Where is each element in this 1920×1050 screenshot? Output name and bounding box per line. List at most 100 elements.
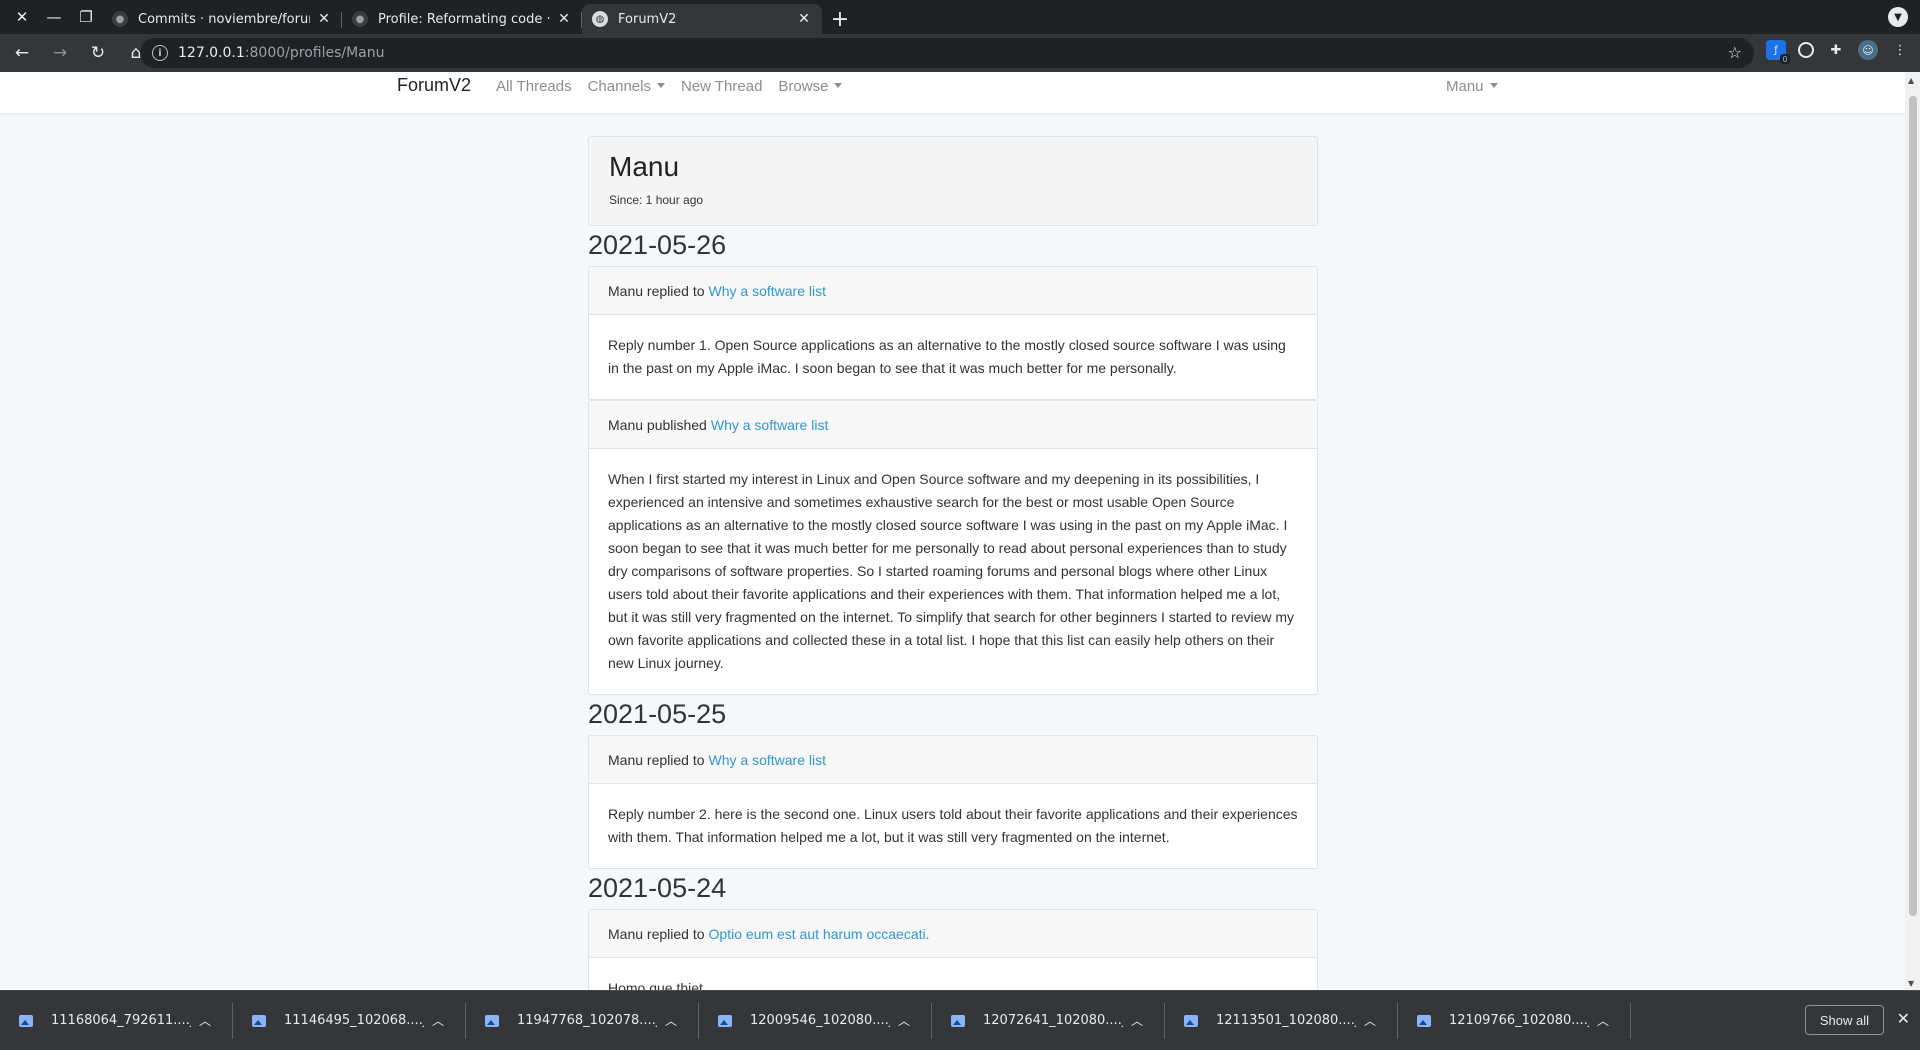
tab-title: ForumV2 <box>618 11 677 27</box>
image-file-icon <box>951 1014 965 1027</box>
activity-card-body: Homo que thiet... <box>608 980 715 990</box>
thread-link[interactable]: Why a software list <box>709 283 826 299</box>
activity-card-body: Reply number 2. here is the second one. … <box>608 806 1298 845</box>
browser-toolbar: ← → ↻ ⌂ i 127.0.0.1:8000/profiles/Manu ☆… <box>0 34 1920 72</box>
user-menu-dropdown[interactable]: Manu <box>1446 78 1498 95</box>
activity-card: Manu replied to Why a software list Repl… <box>588 266 1318 400</box>
url-text: 127.0.0.1:8000/profiles/Manu <box>178 45 385 61</box>
github-icon: ● <box>112 11 128 27</box>
tab-close-icon[interactable]: ✕ <box>796 11 812 27</box>
tab-close-icon[interactable]: ✕ <box>556 11 572 27</box>
chevron-up-icon[interactable]: ︿ <box>665 1012 677 1029</box>
activity-action: Manu replied to <box>608 925 705 942</box>
show-all-downloads-button[interactable]: Show all <box>1804 1005 1884 1035</box>
activity-card: Manu replied to Why a software list Repl… <box>588 735 1318 869</box>
nav-new-thread[interactable]: New Thread <box>681 78 762 95</box>
image-file-icon <box>485 1014 499 1027</box>
image-file-icon <box>718 1014 732 1027</box>
activity-action: Manu published <box>608 416 707 433</box>
page-scrollbar[interactable]: ▲ ▼ <box>1905 72 1920 990</box>
profile-avatar[interactable]: ☺ <box>1858 40 1878 60</box>
nav-channels-dropdown[interactable]: Channels <box>588 78 665 95</box>
activity-card-header: Manu replied to Optio eum est aut harum … <box>589 910 1317 958</box>
scrollbar-thumb[interactable] <box>1909 96 1917 916</box>
download-item[interactable]: 11146495_102068....jpg ︿ <box>233 991 466 1050</box>
image-file-icon <box>252 1014 266 1027</box>
profile-name: Manu <box>609 151 680 182</box>
scroll-up-arrow-icon[interactable]: ▲ <box>1908 76 1914 85</box>
thread-link[interactable]: Optio eum est aut harum occaecati. <box>709 926 930 942</box>
activity-date-heading: 2021-05-25 <box>588 699 727 729</box>
download-item[interactable]: 12109766_102080....jpg ︿ <box>1398 991 1631 1050</box>
activity-card-body: Reply number 1. Open Source applications… <box>608 337 1286 376</box>
back-arrow-icon[interactable]: ← <box>6 37 38 69</box>
download-filename: 12109766_102080....jpg <box>1449 1013 1589 1028</box>
reload-icon[interactable]: ↻ <box>82 37 114 69</box>
extension-icon[interactable]: ƒ0 <box>1766 40 1790 64</box>
tab-close-icon[interactable]: ✕ <box>316 11 332 27</box>
download-item[interactable]: 11947768_102078....jpg ︿ <box>466 991 699 1050</box>
browser-tab-forumv2[interactable]: ◍ ForumV2 ✕ <box>582 4 822 34</box>
window-minimize-icon[interactable]: — <box>38 0 70 34</box>
activity-action: Manu replied to <box>608 751 705 768</box>
download-item[interactable]: 12113501_102080....jpg ︿ <box>1165 991 1398 1050</box>
activity-date-heading: 2021-05-26 <box>588 230 727 260</box>
activity-date-heading: 2021-05-24 <box>588 873 727 903</box>
browser-tab-bar: ✕ — ❐ ● Commits · noviembre/forumtd ✕ ● … <box>0 0 1920 34</box>
menu-dots-icon[interactable]: ⋮ <box>1890 40 1910 60</box>
activity-card: Manu replied to Optio eum est aut harum … <box>588 909 1318 990</box>
bookmark-star-icon[interactable]: ☆ <box>1728 43 1742 62</box>
window-controls: ✕ — ❐ <box>0 0 102 34</box>
address-bar[interactable]: i 127.0.0.1:8000/profiles/Manu ☆ <box>140 38 1754 68</box>
image-file-icon <box>1184 1014 1198 1027</box>
site-navbar: ForumV2 All Threads Channels New Thread … <box>0 72 1905 114</box>
chevron-up-icon[interactable]: ︿ <box>1364 1012 1376 1029</box>
dark-mode-extension-icon[interactable] <box>1798 42 1814 58</box>
chevron-up-icon[interactable]: ︿ <box>1131 1012 1143 1029</box>
download-item[interactable]: 12072641_102080....jpg ︿ <box>932 991 1165 1050</box>
brand-logo[interactable]: ForumV2 <box>397 75 471 96</box>
image-file-icon <box>19 1014 33 1027</box>
scroll-down-arrow-icon[interactable]: ▼ <box>1908 979 1914 988</box>
nav-browse-dropdown[interactable]: Browse <box>778 78 842 95</box>
close-downloads-icon[interactable]: ✕ <box>1897 1009 1910 1028</box>
chevron-up-icon[interactable]: ︿ <box>898 1012 910 1029</box>
activity-card: Manu published Why a software list When … <box>588 400 1318 695</box>
browser-tab-profile[interactable]: ● Profile: Reformating code · novi ✕ <box>342 4 582 34</box>
forward-arrow-icon[interactable]: → <box>44 37 76 69</box>
tab-search-chevron-icon[interactable]: ▼ <box>1888 7 1908 27</box>
thread-link[interactable]: Why a software list <box>711 417 828 433</box>
download-item[interactable]: 12009546_102080....jpg ︿ <box>699 991 932 1050</box>
window-restore-icon[interactable]: ❐ <box>70 0 102 34</box>
extensions-area: ƒ0 ✚ ☺ ⋮ <box>1766 40 1910 64</box>
download-filename: 11947768_102078....jpg <box>517 1013 657 1028</box>
window-close-icon[interactable]: ✕ <box>6 0 38 34</box>
download-item[interactable]: 11168064_792611....jpg ︿ <box>0 991 233 1050</box>
new-tab-plus-icon[interactable]: + <box>826 4 854 34</box>
extension-badge: 0 <box>1780 54 1790 64</box>
page-viewport: ForumV2 All Threads Channels New Thread … <box>0 72 1905 990</box>
chevron-up-icon[interactable]: ︿ <box>199 1012 211 1029</box>
github-icon: ● <box>352 11 368 27</box>
download-filename: 11168064_792611....jpg <box>51 1013 191 1028</box>
activity-card-body: When I first started my interest in Linu… <box>608 471 1295 671</box>
activity-card-header: Manu replied to Why a software list <box>589 267 1317 315</box>
download-filename: 12113501_102080....jpg <box>1216 1013 1356 1028</box>
thread-link[interactable]: Why a software list <box>709 752 826 768</box>
download-filename: 11146495_102068....jpg <box>284 1013 424 1028</box>
site-info-icon[interactable]: i <box>152 45 168 61</box>
browser-tab-commits[interactable]: ● Commits · noviembre/forumtd ✕ <box>102 4 342 34</box>
downloads-shelf: 11168064_792611....jpg ︿ 11146495_102068… <box>0 990 1920 1050</box>
chevron-up-icon[interactable]: ︿ <box>432 1012 444 1029</box>
profile-since: Since: 1 hour ago <box>609 193 704 207</box>
tab-title: Profile: Reformating code · novi <box>378 11 550 27</box>
nav-all-threads[interactable]: All Threads <box>496 78 572 95</box>
nav-links: All Threads Channels New Thread Browse <box>496 78 842 95</box>
url-host: 127.0.0.1 <box>178 45 245 61</box>
chevron-up-icon[interactable]: ︿ <box>1597 1012 1609 1029</box>
activity-action: Manu replied to <box>608 282 705 299</box>
tab-title: Commits · noviembre/forumtd <box>138 11 310 27</box>
puzzle-extensions-icon[interactable]: ✚ <box>1826 40 1846 60</box>
download-filename: 12009546_102080....jpg <box>750 1013 890 1028</box>
image-file-icon <box>1417 1014 1431 1027</box>
